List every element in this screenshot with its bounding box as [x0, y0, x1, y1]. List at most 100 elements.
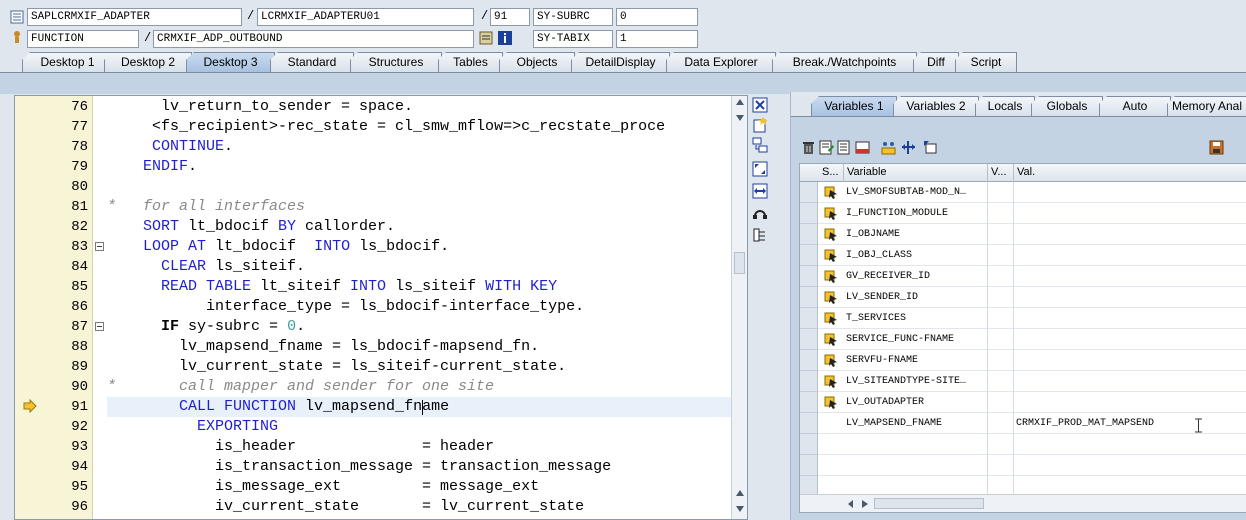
new-tool-icon[interactable] — [752, 117, 768, 133]
tab-breakpoints-watchpoints[interactable]: Break./Watchpoints — [772, 52, 917, 72]
sysvar-label-field[interactable]: SY-TABIX — [533, 30, 613, 48]
line-number-field[interactable]: 91 — [490, 8, 530, 26]
save-icon[interactable] — [1209, 140, 1224, 155]
variable-v-cell[interactable] — [988, 287, 1014, 308]
variable-v-cell[interactable] — [988, 266, 1014, 287]
code-line[interactable]: CONTINUE. — [107, 137, 731, 157]
scroll-up-arrow-icon[interactable] — [735, 98, 745, 106]
row-selector[interactable] — [800, 308, 818, 329]
scroll-down-arrow-icon[interactable] — [735, 505, 745, 513]
tab-script[interactable]: Script — [955, 52, 1017, 72]
tab-diff[interactable]: Diff — [913, 52, 959, 72]
display-source-icon[interactable] — [479, 31, 493, 45]
display-detail-icon[interactable] — [837, 140, 852, 155]
tab-desktop-1[interactable]: Desktop 1 — [22, 52, 113, 72]
delete-icon[interactable] — [801, 140, 816, 155]
variable-name-cell[interactable]: T_SERVICES — [844, 308, 988, 329]
tab-variables-2[interactable]: Variables 2 — [893, 96, 979, 116]
row-selector[interactable] — [800, 287, 818, 308]
tab-objects[interactable]: Objects — [499, 52, 575, 72]
variable-v-cell[interactable] — [988, 224, 1014, 245]
variable-name-cell[interactable]: LV_SMOFSUBTAB-MOD_N… — [844, 182, 988, 203]
variables-grid[interactable]: S... Variable V... Val. LV_SMOFSUBTAB-MO… — [799, 163, 1246, 513]
variable-name-cell[interactable]: I_OBJNAME — [844, 224, 988, 245]
variable-row[interactable]: GV_RECEIVER_ID — [800, 266, 1246, 287]
code-line[interactable]: interface_type = ls_bdocif-interface_typ… — [107, 297, 731, 317]
variable-name-cell[interactable]: SERVICE_FUNC-FNAME — [844, 329, 988, 350]
code-line[interactable]: lv_current_state = ls_siteif-current_sta… — [107, 357, 731, 377]
code-line[interactable]: <fs_recipient>-rec_state = cl_smw_mflow=… — [107, 117, 731, 137]
insert-icon[interactable] — [923, 140, 938, 155]
scroll-down-arrow-icon[interactable] — [735, 114, 745, 122]
variable-row[interactable]: LV_SMOFSUBTAB-MOD_N… — [800, 182, 1246, 203]
variable-value-cell[interactable] — [1014, 287, 1246, 308]
variable-value-cell[interactable] — [1014, 455, 1246, 476]
tab-memory-analysis[interactable]: Memory Anal — [1167, 96, 1246, 116]
event-name-field[interactable]: CRMXIF_ADP_OUTBOUND — [153, 30, 474, 48]
variable-row[interactable]: LV_SITEANDTYPE-SITE… — [800, 371, 1246, 392]
scroll-left-arrow-icon[interactable] — [848, 500, 854, 508]
code-line[interactable]: IF sy-subrc = 0. — [107, 317, 731, 337]
tab-structures[interactable]: Structures — [350, 52, 442, 72]
code-line[interactable]: ENDIF. — [107, 157, 731, 177]
scroll-thumb[interactable] — [874, 498, 984, 509]
sysvar-value-field[interactable]: 0 — [616, 8, 698, 26]
row-selector[interactable] — [800, 413, 818, 434]
scroll-right-arrow-icon[interactable] — [862, 500, 868, 508]
variable-v-cell[interactable] — [988, 350, 1014, 371]
variable-name-cell[interactable]: SERVFU-FNAME — [844, 350, 988, 371]
variable-v-cell[interactable] — [988, 392, 1014, 413]
move-icon[interactable] — [901, 140, 916, 155]
tab-standard[interactable]: Standard — [270, 52, 354, 72]
layout-icon[interactable] — [855, 140, 870, 155]
services-tool-icon[interactable] — [752, 227, 768, 243]
source-code-editor[interactable]: 76 77 78 79 80 81 82 83 84 85 86 87 88 89 90 91 92 93 94 95… — [14, 95, 748, 520]
row-selector[interactable] — [800, 434, 818, 455]
row-selector[interactable] — [800, 224, 818, 245]
info-icon[interactable] — [498, 31, 512, 45]
tab-auto[interactable]: Auto — [1099, 96, 1171, 116]
code-line[interactable]: READ TABLE lt_siteif INTO ls_siteif WITH… — [107, 277, 731, 297]
variable-value-cell[interactable] — [1014, 434, 1246, 455]
breakpoint-gutter[interactable] — [15, 96, 49, 519]
variable-v-cell[interactable] — [988, 308, 1014, 329]
variable-row[interactable]: SERVFU-FNAME — [800, 350, 1246, 371]
variable-row[interactable]: T_SERVICES — [800, 308, 1246, 329]
tab-detaildisplay[interactable]: DetailDisplay — [571, 52, 670, 72]
variable-name-cell[interactable] — [844, 434, 988, 455]
code-line[interactable]: lv_mapsend_fname = ls_bdocif-mapsend_fn. — [107, 337, 731, 357]
variable-name-cell[interactable]: I_FUNCTION_MODULE — [844, 203, 988, 224]
variable-v-cell[interactable] — [988, 182, 1014, 203]
variable-value-cell[interactable] — [1014, 245, 1246, 266]
replace-tool-icon[interactable] — [752, 137, 768, 153]
row-selector[interactable] — [800, 245, 818, 266]
change-value-icon[interactable] — [819, 140, 834, 155]
variable-value-cell[interactable] — [1014, 224, 1246, 245]
variable-v-cell[interactable] — [988, 371, 1014, 392]
variable-v-cell[interactable] — [988, 203, 1014, 224]
row-selector[interactable] — [800, 329, 818, 350]
undo-tool-icon[interactable] — [752, 205, 768, 221]
tab-globals[interactable]: Globals — [1031, 96, 1103, 116]
scroll-up-arrow-icon[interactable] — [735, 489, 745, 497]
scroll-thumb[interactable] — [734, 252, 745, 274]
variable-v-cell[interactable] — [988, 413, 1014, 434]
variable-row[interactable] — [800, 434, 1246, 455]
code-line[interactable]: is_header = header — [107, 437, 731, 457]
variable-name-cell[interactable]: LV_SENDER_ID — [844, 287, 988, 308]
tab-desktop-3[interactable]: Desktop 3 — [186, 52, 275, 72]
code-line[interactable]: LOOP AT lt_bdocif INTO ls_bdocif. — [107, 237, 731, 257]
column-header-variable[interactable]: Variable — [844, 164, 988, 182]
variable-name-cell[interactable]: I_OBJ_CLASS — [844, 245, 988, 266]
code-line[interactable]: lv_return_to_sender = space. — [107, 97, 731, 117]
variable-name-cell[interactable] — [844, 455, 988, 476]
code-line[interactable]: is_transaction_message = transaction_mes… — [107, 457, 731, 477]
variable-row[interactable]: LV_MAPSEND_FNAME CRMXIF_PROD_MAT_MAPSEND — [800, 413, 1246, 434]
column-header-v[interactable]: V... — [988, 164, 1014, 182]
variable-v-cell[interactable] — [988, 434, 1014, 455]
code-line[interactable]: CLEAR ls_siteif. — [107, 257, 731, 277]
code-line[interactable]: CALL FUNCTION lv_mapsend_fname — [107, 397, 731, 417]
tab-variables-1[interactable]: Variables 1 — [811, 96, 897, 116]
grid-horizontal-scrollbar[interactable] — [800, 494, 1246, 512]
column-header-status[interactable]: S... — [800, 164, 844, 182]
